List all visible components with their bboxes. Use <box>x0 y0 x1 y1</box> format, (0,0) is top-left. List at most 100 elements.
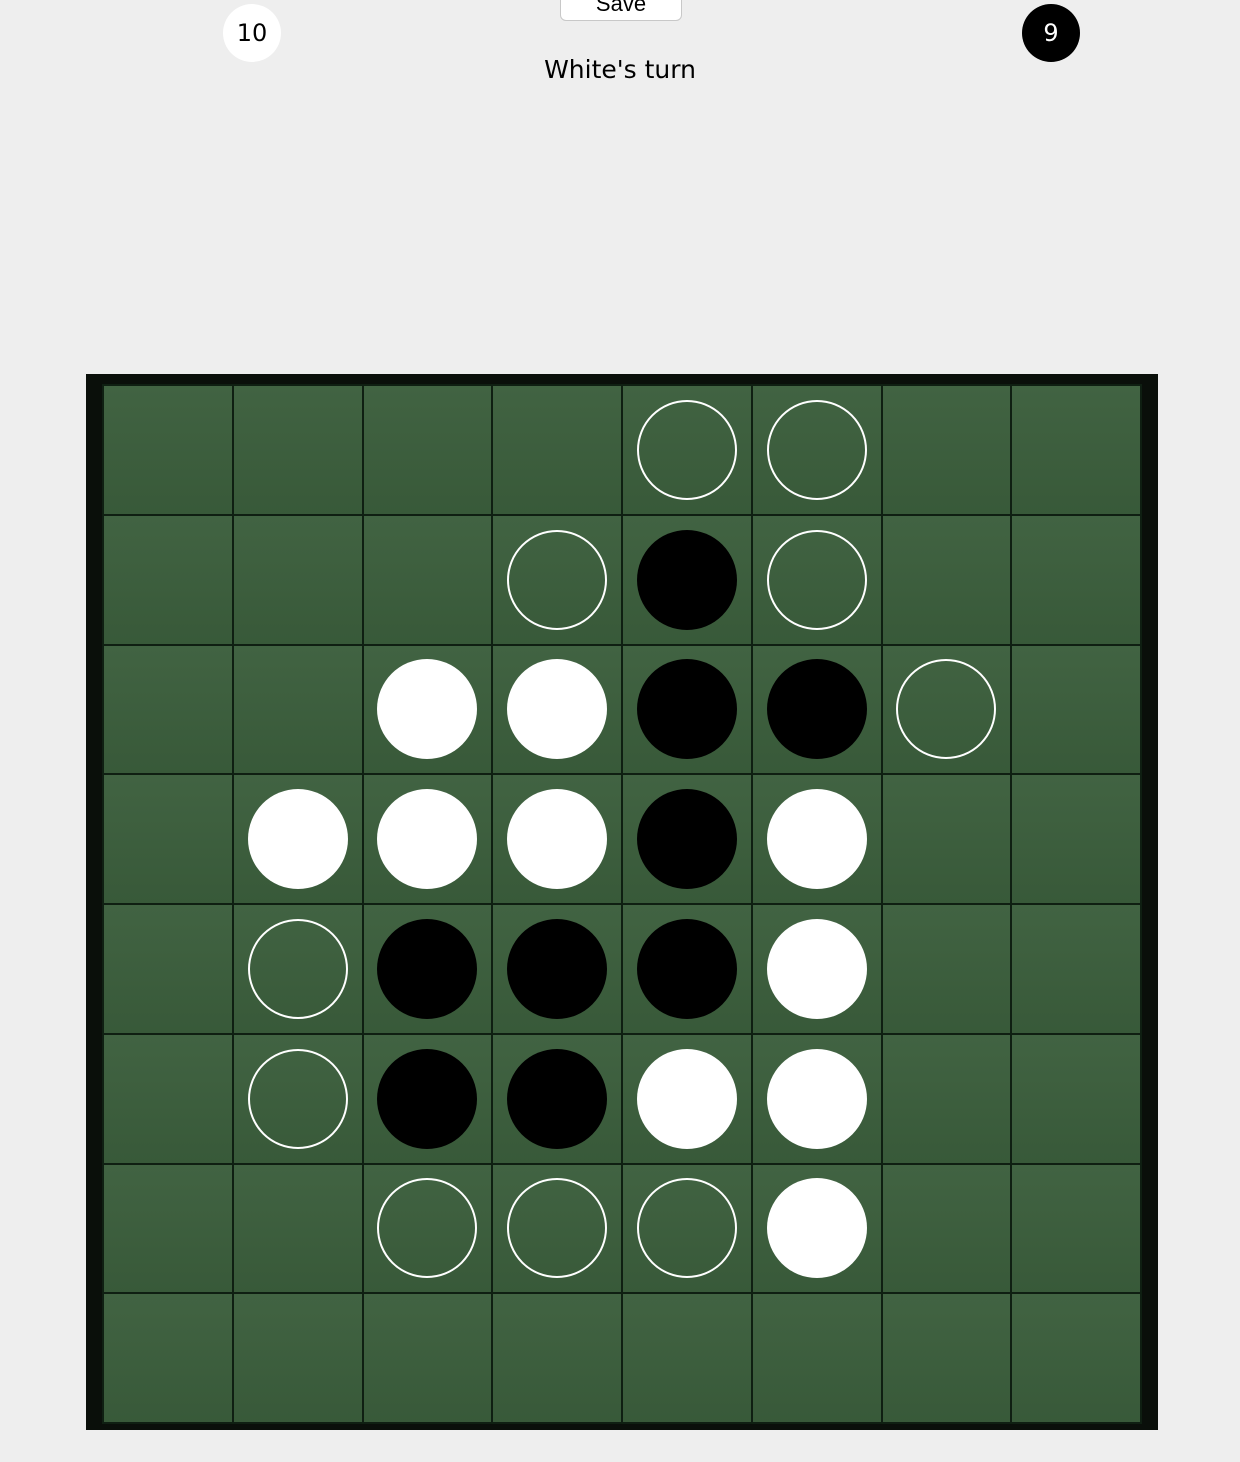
board-cell-c2[interactable] <box>363 515 492 644</box>
board-cell-c3[interactable] <box>363 645 492 774</box>
white-disc <box>247 789 348 890</box>
white-disc <box>507 659 608 760</box>
white-disc <box>766 1048 867 1149</box>
board-cell-b7[interactable] <box>233 1164 362 1293</box>
board-cell-g3[interactable] <box>882 645 1011 774</box>
board-cell-a1[interactable] <box>104 386 232 514</box>
board-cell-f8[interactable] <box>752 1294 881 1422</box>
board-cell-f1[interactable] <box>752 386 881 514</box>
black-disc <box>766 659 867 760</box>
turn-status: White's turn <box>544 55 696 84</box>
black-disc <box>636 789 737 890</box>
board-cell-g6[interactable] <box>882 1034 1011 1163</box>
board-cell-d1[interactable] <box>493 386 621 514</box>
black-score-badge: 9 <box>1022 4 1080 62</box>
valid-move-hint[interactable] <box>636 1178 737 1279</box>
white-disc <box>507 789 608 890</box>
board-cell-g7[interactable] <box>882 1164 1011 1293</box>
board-cell-b2[interactable] <box>233 515 362 644</box>
board-cell-a7[interactable] <box>104 1164 232 1293</box>
board-cell-e3[interactable] <box>623 645 751 774</box>
board-cell-f5[interactable] <box>752 905 881 1033</box>
board-cell-d6[interactable] <box>493 1034 621 1163</box>
board-cell-h5[interactable] <box>1012 905 1140 1033</box>
board-cell-b1[interactable] <box>233 386 362 514</box>
game-board <box>102 384 1142 1424</box>
board-cell-e7[interactable] <box>623 1164 751 1293</box>
board-cell-a3[interactable] <box>104 645 232 774</box>
board-cell-h2[interactable] <box>1012 515 1140 644</box>
black-disc <box>636 529 737 630</box>
valid-move-hint[interactable] <box>247 918 348 1019</box>
black-disc <box>507 918 608 1019</box>
board-cell-f2[interactable] <box>752 515 881 644</box>
board-cell-c5[interactable] <box>363 905 492 1033</box>
board-cell-h1[interactable] <box>1012 386 1140 514</box>
board-cell-f4[interactable] <box>752 775 881 903</box>
board-cell-f3[interactable] <box>752 645 881 774</box>
board-cell-b6[interactable] <box>233 1034 362 1163</box>
black-disc <box>377 1048 478 1149</box>
white-disc <box>766 1178 867 1279</box>
board-cell-a4[interactable] <box>104 775 232 903</box>
board-cell-h7[interactable] <box>1012 1164 1140 1293</box>
board-cell-c1[interactable] <box>363 386 492 514</box>
board-cell-d7[interactable] <box>493 1164 621 1293</box>
black-disc <box>377 918 478 1019</box>
white-disc <box>766 789 867 890</box>
board-cell-e6[interactable] <box>623 1034 751 1163</box>
white-disc <box>377 789 478 890</box>
valid-move-hint[interactable] <box>377 1178 478 1279</box>
valid-move-hint[interactable] <box>766 399 867 500</box>
board-cell-g2[interactable] <box>882 515 1011 644</box>
board-cell-e5[interactable] <box>623 905 751 1033</box>
valid-move-hint[interactable] <box>507 529 608 630</box>
board-cell-b4[interactable] <box>233 775 362 903</box>
board-cell-g5[interactable] <box>882 905 1011 1033</box>
board-cell-a8[interactable] <box>104 1294 232 1422</box>
board-cell-h4[interactable] <box>1012 775 1140 903</box>
board-cell-c6[interactable] <box>363 1034 492 1163</box>
board-cell-c7[interactable] <box>363 1164 492 1293</box>
board-cell-h3[interactable] <box>1012 645 1140 774</box>
board-frame <box>86 374 1158 1430</box>
board-cell-d5[interactable] <box>493 905 621 1033</box>
board-cell-g1[interactable] <box>882 386 1011 514</box>
board-cell-d8[interactable] <box>493 1294 621 1422</box>
valid-move-hint[interactable] <box>507 1178 608 1279</box>
board-cell-a5[interactable] <box>104 905 232 1033</box>
black-disc <box>636 659 737 760</box>
white-score-badge: 10 <box>223 4 281 62</box>
black-score-value: 9 <box>1043 19 1059 47</box>
valid-move-hint[interactable] <box>766 529 867 630</box>
board-cell-g8[interactable] <box>882 1294 1011 1422</box>
board-cell-a6[interactable] <box>104 1034 232 1163</box>
board-cell-b5[interactable] <box>233 905 362 1033</box>
board-cell-d4[interactable] <box>493 775 621 903</box>
board-cell-a2[interactable] <box>104 515 232 644</box>
white-disc <box>636 1048 737 1149</box>
board-cell-c4[interactable] <box>363 775 492 903</box>
board-cell-f7[interactable] <box>752 1164 881 1293</box>
board-cell-e1[interactable] <box>623 386 751 514</box>
board-cell-b3[interactable] <box>233 645 362 774</box>
valid-move-hint[interactable] <box>247 1048 348 1149</box>
board-cell-d3[interactable] <box>493 645 621 774</box>
board-cell-b8[interactable] <box>233 1294 362 1422</box>
white-disc <box>766 918 867 1019</box>
board-cell-f6[interactable] <box>752 1034 881 1163</box>
white-disc <box>377 659 478 760</box>
board-cell-e8[interactable] <box>623 1294 751 1422</box>
board-cell-e2[interactable] <box>623 515 751 644</box>
board-cell-h6[interactable] <box>1012 1034 1140 1163</box>
board-cell-c8[interactable] <box>363 1294 492 1422</box>
valid-move-hint[interactable] <box>636 399 737 500</box>
board-cell-g4[interactable] <box>882 775 1011 903</box>
save-button[interactable]: Save <box>560 0 682 21</box>
board-cell-e4[interactable] <box>623 775 751 903</box>
black-disc <box>636 918 737 1019</box>
board-cell-h8[interactable] <box>1012 1294 1140 1422</box>
valid-move-hint[interactable] <box>896 659 997 760</box>
board-cell-d2[interactable] <box>493 515 621 644</box>
white-score-value: 10 <box>236 19 268 47</box>
